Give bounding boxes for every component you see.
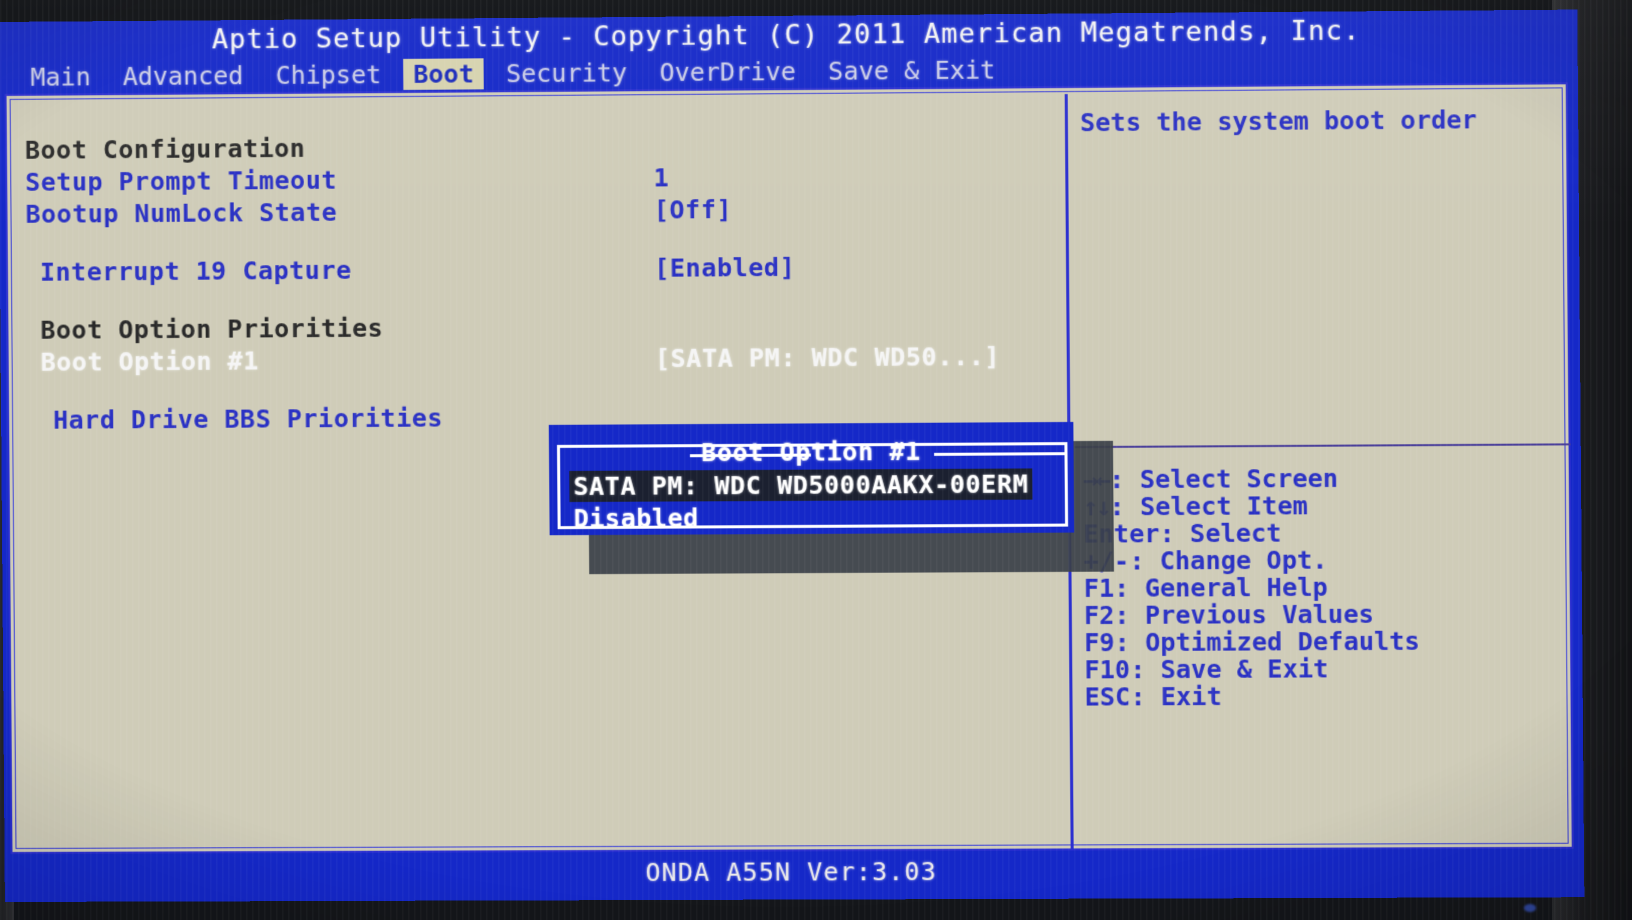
popup-option[interactable]: Disabled [570, 502, 704, 534]
help-divider [1074, 443, 1571, 449]
key-name: ESC [1084, 682, 1131, 712]
setting-label: Hard Drive BBS Priorities [53, 403, 444, 435]
key-action-label: : General Help [1114, 572, 1328, 603]
key-action-label: : Select [1159, 518, 1282, 549]
tab-security[interactable]: Security [496, 57, 638, 89]
popup-option[interactable]: SATA PM: WDC WD5000AAKX-00ERM [569, 468, 1033, 503]
setting-row[interactable]: Interrupt 19 Capture [Enabled] [12, 251, 1066, 292]
setting-label: Boot Option Priorities [40, 313, 384, 345]
setting-label: Boot Configuration [24, 133, 306, 165]
key-action-label: : Save & Exit [1129, 654, 1329, 685]
tab-boot[interactable]: Boot [403, 57, 485, 90]
setting-row[interactable]: Bootup NumLock State [Off] [11, 193, 1065, 234]
boot-option-popup[interactable]: Boot Option #1 SATA PM: WDC WD5000AAKX-0… [548, 421, 1075, 536]
key-name: F9 [1084, 627, 1115, 658]
key-legend-item: ↑↓: Select Item [1083, 491, 1570, 521]
tab-main[interactable]: Main [20, 61, 101, 93]
setting-label: Setup Prompt Timeout [25, 165, 337, 197]
key-action-label: : Change Opt. [1129, 545, 1328, 576]
setting-label: Bootup NumLock State [25, 197, 338, 229]
key-legend-item: F1: General Help [1083, 572, 1571, 603]
key-legend-item: ESC: Exit [1084, 681, 1572, 712]
setting-value[interactable]: [SATA PM: WDC WD50...] [655, 342, 1000, 373]
setting-value[interactable]: [Off] [654, 195, 733, 225]
key-action-label: : Select Screen [1109, 463, 1339, 495]
power-led-icon [1524, 904, 1536, 912]
setting-value[interactable]: [Enabled] [654, 253, 795, 283]
page-title: Aptio Setup Utility - Copyright (C) 2011… [211, 15, 1361, 56]
setting-label: Interrupt 19 Capture [39, 255, 352, 287]
setting-value[interactable]: 1 [653, 163, 669, 192]
key-name: F1 [1083, 573, 1115, 603]
key-action-label: : Select Item [1109, 491, 1308, 522]
key-action-label: : Optimized Defaults [1114, 626, 1420, 658]
key-legend-item: +/-: Change Opt. [1083, 545, 1570, 575]
setting-row[interactable]: Boot Option #1 [SATA PM: WDC WD50...] [13, 342, 1067, 382]
help-pane: Sets the system boot order →←: Select Sc… [1072, 88, 1574, 852]
key-action-label: : Previous Values [1114, 599, 1374, 630]
bios-version-label: ONDA A55N Ver:3.03 [645, 856, 937, 888]
key-name: F2 [1083, 600, 1115, 631]
key-legend-item: F2: Previous Values [1083, 599, 1571, 631]
key-legend-item: Enter: Select [1083, 518, 1570, 548]
photo-of-monitor: Aptio Setup Utility - Copyright (C) 2011… [0, 0, 1632, 920]
tab-overdrive[interactable]: OverDrive [649, 55, 806, 87]
tab-advanced[interactable]: Advanced [113, 60, 254, 92]
bios-screen: Aptio Setup Utility - Copyright (C) 2011… [0, 9, 1585, 903]
tab-save-exit[interactable]: Save & Exit [818, 54, 1006, 87]
key-name: F10 [1084, 655, 1131, 685]
key-legend: →←: Select Screen↑↓: Select ItemEnter: S… [1083, 463, 1572, 712]
key-legend-item: F10: Save & Exit [1084, 654, 1571, 685]
setting-label: Boot Option #1 [40, 346, 259, 377]
key-legend-item: F9: Optimized Defaults [1084, 626, 1571, 658]
key-legend-item: →←: Select Screen [1083, 463, 1570, 495]
key-action-label: : Exit [1130, 681, 1222, 712]
help-description: Sets the system boot order [1079, 105, 1477, 138]
footer-bar: ONDA A55N Ver:3.03 [4, 848, 1585, 903]
tab-chipset[interactable]: Chipset [265, 58, 391, 90]
